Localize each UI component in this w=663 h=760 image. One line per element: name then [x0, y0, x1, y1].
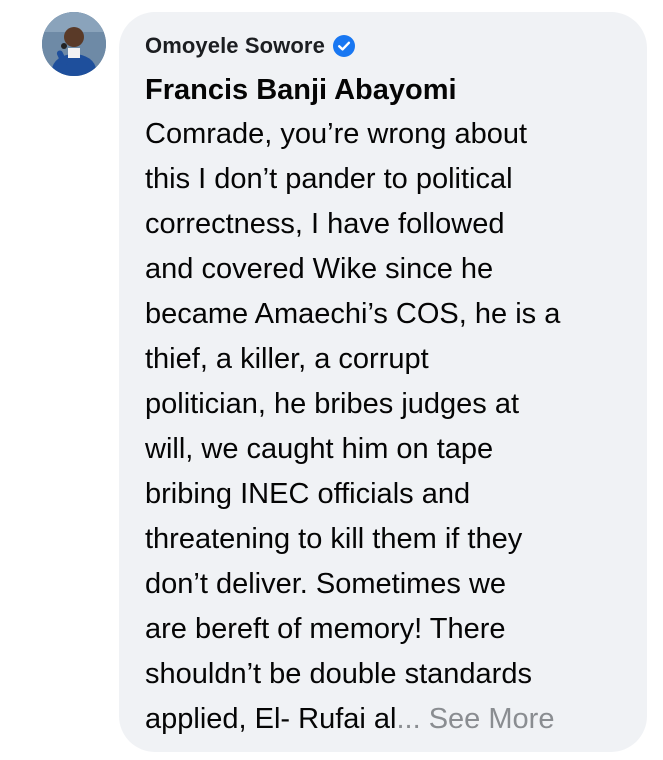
comment-line: and covered Wike since he: [145, 253, 494, 285]
comment-line: shouldn’t be double standards: [145, 658, 532, 690]
comment-line: bribing INEC officials and: [145, 478, 471, 510]
comment-line: this I don’t pander to political: [145, 163, 513, 195]
author-name[interactable]: Omoyele Sowore: [145, 33, 325, 59]
comment-line: politician, he bribes judges at: [145, 388, 520, 420]
comment-line: became Amaechi’s COS, he is a: [145, 298, 561, 330]
comment-bubble: Omoyele Sowore Francis Banji Abayomi Com…: [119, 12, 647, 752]
verified-badge-icon: [332, 35, 355, 57]
comment-last-line: applied, El- Rufai al... See More: [145, 697, 625, 742]
comment-line: threatening to kill them if they: [145, 523, 523, 555]
comment-header: Omoyele Sowore: [145, 32, 621, 60]
avatar[interactable]: [42, 12, 106, 76]
comment-line: thief, a killer, a corrupt: [145, 343, 429, 375]
avatar-photo: [42, 12, 106, 76]
comment-line: Comrade, you’re wrong about: [145, 118, 528, 150]
comment-line: correctness, I have followed: [145, 208, 505, 240]
comment-body: Comrade, you’re wrong about this I don’t…: [145, 112, 625, 742]
see-more-link[interactable]: ... See More: [396, 703, 554, 735]
comment-line: will, we caught him on tape: [145, 433, 494, 465]
mentioned-user[interactable]: Francis Banji Abayomi: [145, 74, 621, 106]
comment-line: don’t deliver. Sometimes we: [145, 568, 507, 600]
truncated-text: applied, El- Rufai al: [145, 703, 397, 735]
comment-line: are bereft of memory! There: [145, 613, 506, 645]
